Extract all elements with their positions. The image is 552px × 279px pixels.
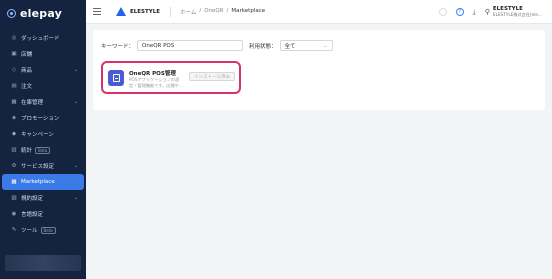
sidebar-item-inventory[interactable]: ▦ 在庫管理 ⌄ — [2, 94, 84, 110]
shop-name[interactable]: ELESTYLE — [130, 9, 160, 15]
sidebar-item-order[interactable]: ▤ 注文 — [2, 78, 84, 94]
sidebar-item-label: ツール — [21, 228, 38, 234]
breadcrumb-separator: / — [226, 7, 229, 14]
chevron-down-icon: ⌄ — [73, 195, 78, 201]
user-icon: ⚲ — [484, 8, 490, 16]
user-company: ELESTYLE株式会社(ele... — [492, 12, 542, 17]
sidebar-nav: ◎ ダッシュボード ▣ 店舗 ◇ 商品 ⌄ ▤ 注文 ▦ 在庫管理 ⌄ ◈ プロモーション ◆ キャンペーン ▥… — [0, 30, 86, 238]
promotion-icon: ◈ — [11, 115, 17, 121]
chevron-down-icon: ⌄ — [73, 67, 78, 73]
chevron-down-icon: ⌄ — [73, 163, 78, 169]
pos-app-icon — [108, 70, 124, 86]
sidebar-item-label: 統計 — [21, 148, 33, 154]
filter-bar: キーワード： OneQR POS 利用状態： 全て ⌄ — [101, 40, 333, 51]
store-icon: ▣ — [11, 51, 17, 57]
sidebar-item-store[interactable]: ▣ 店舗 — [2, 46, 84, 62]
marketplace-panel: キーワード： OneQR POS 利用状態： 全て ⌄ OneQR POS管理 … — [93, 30, 545, 110]
app-card-oneqr-pos[interactable]: OneQR POS管理 POSアプリケーションの設定・管理機能です。店舗や...… — [101, 61, 241, 94]
language-icon: ◉ — [11, 211, 17, 217]
sidebar-item-label: Marketplace — [21, 179, 55, 185]
sidebar-item-label: ダッシュボード — [21, 36, 60, 42]
sidebar-item-label: 店舗 — [21, 52, 33, 58]
sidebar-item-label: 規約設定 — [21, 196, 44, 202]
status-dot-icon — [438, 8, 447, 16]
sidebar-item-label: プロモーション — [21, 116, 60, 122]
menu-toggle-icon[interactable] — [93, 8, 101, 15]
sidebar-item-terms[interactable]: ▧ 規約設定 ⌄ — [2, 190, 84, 206]
dashboard-icon: ◎ — [11, 35, 17, 41]
campaign-icon: ◆ — [11, 131, 17, 137]
elepay-logo-icon — [7, 8, 16, 18]
header-actions: ? ⤓ ⚲ ELESTYLE ELESTYLE株式会社(ele... — [438, 0, 542, 24]
app-title: OneQR POS管理 — [129, 71, 176, 77]
installed-button[interactable]: インストール済み — [189, 72, 235, 81]
breadcrumb-separator: / — [199, 7, 202, 14]
app-description: POSアプリケーションの設定・管理機能です。店舗や... — [129, 77, 183, 88]
chevron-down-icon: ⌄ — [323, 42, 328, 49]
download-icon[interactable]: ⤓ — [473, 8, 476, 17]
breadcrumb-app[interactable]: OneQR — [204, 8, 223, 16]
order-icon: ▤ — [11, 83, 17, 89]
beta-badge: Beta — [40, 226, 56, 234]
sidebar-item-label: サービス設定 — [21, 164, 55, 170]
status-select[interactable]: 全て ⌄ — [279, 40, 333, 51]
sidebar-item-label: 言語設定 — [21, 212, 44, 218]
top-header: ELESTYLE ホーム / OneQR / Marketplace ? ⤓ ⚲… — [86, 0, 552, 24]
sidebar-item-label: キャンペーン — [21, 132, 54, 138]
sidebar-item-label: 在庫管理 — [21, 100, 44, 106]
sidebar-item-campaign[interactable]: ◆ キャンペーン — [2, 126, 84, 142]
breadcrumb-current: Marketplace — [231, 7, 266, 14]
keyword-input[interactable]: OneQR POS — [137, 40, 244, 51]
marketplace-icon: ▦ — [11, 179, 17, 185]
product-icon: ◇ — [11, 67, 17, 73]
status-select-value: 全て — [284, 43, 296, 50]
tool-icon: ✎ — [11, 227, 17, 233]
sidebar-item-tool[interactable]: ✎ ツール Beta — [2, 222, 84, 238]
inventory-icon: ▦ — [11, 99, 17, 105]
sidebar-item-dashboard[interactable]: ◎ ダッシュボード — [2, 30, 84, 46]
keyword-label: キーワード： — [101, 43, 135, 50]
brand[interactable]: elepay — [0, 0, 86, 26]
shop-logo-icon — [116, 7, 126, 16]
sidebar-item-language[interactable]: ◉ 言語設定 — [2, 206, 84, 222]
sidebar-item-product[interactable]: ◇ 商品 ⌄ — [2, 62, 84, 78]
sidebar-item-marketplace[interactable]: ▦ Marketplace — [2, 174, 84, 190]
account-info-blurred — [5, 255, 81, 271]
chevron-down-icon: ⌄ — [73, 99, 78, 105]
sidebar-item-stats[interactable]: ▥ 統計 Beta — [2, 142, 84, 158]
sidebar-item-label: 商品 — [21, 68, 33, 74]
brand-name: elepay — [20, 6, 63, 20]
stats-icon: ▥ — [11, 147, 17, 153]
user-menu[interactable]: ⚲ ELESTYLE ELESTYLE株式会社(ele... — [485, 6, 542, 18]
beta-badge: Beta — [35, 146, 51, 154]
status-label: 利用状態： — [249, 43, 277, 50]
help-icon[interactable]: ? — [455, 8, 464, 16]
header-divider — [169, 6, 171, 17]
sidebar-item-label: 注文 — [21, 84, 33, 90]
terms-icon: ▧ — [11, 195, 17, 201]
sidebar-item-promotion[interactable]: ◈ プロモーション — [2, 110, 84, 126]
sidebar-item-service-settings[interactable]: ⚙ サービス設定 ⌄ — [2, 158, 84, 174]
sidebar: elepay ◎ ダッシュボード ▣ 店舗 ◇ 商品 ⌄ ▤ 注文 ▦ 在庫管理 ⌄ ◈ プロモーション ◆… — [0, 0, 86, 279]
breadcrumb-home[interactable]: ホーム — [180, 8, 196, 16]
breadcrumb: ホーム / OneQR / Marketplace — [180, 8, 265, 16]
service-settings-icon: ⚙ — [11, 163, 17, 169]
